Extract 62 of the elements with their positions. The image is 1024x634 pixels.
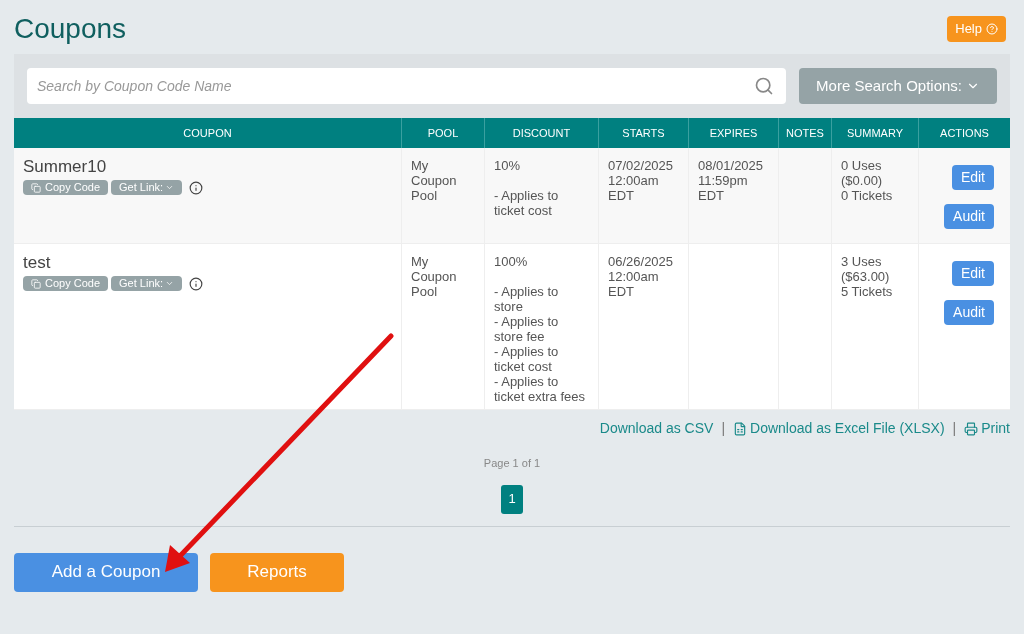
discount-note: - Applies to ticket cost [494, 344, 560, 374]
chevron-icon [165, 183, 175, 192]
usage-summary: 0 Tickets [841, 188, 894, 203]
link-separator: | [952, 419, 957, 438]
copy-code-button[interactable]: Copy Code [23, 180, 109, 195]
chevron-icon [165, 279, 175, 288]
excel-download-link[interactable]: Download as Excel File (XLSX) [733, 418, 945, 439]
copy-icon [31, 278, 41, 289]
discount-note: - Applies to ticket extra fees [494, 374, 587, 404]
discount-note: - Applies to store [494, 284, 560, 314]
start-date: EDT [608, 284, 635, 299]
pool-text: Coupon [411, 173, 458, 188]
usage-summary: 0 Uses [841, 158, 883, 173]
usage-summary: ($0.00) [841, 173, 884, 188]
help-button[interactable]: Help [947, 16, 1006, 42]
csv-download-link[interactable]: Download as CSV [599, 418, 714, 439]
print-link[interactable]: Print [964, 418, 1010, 439]
start-date: 12:00am [608, 173, 660, 188]
add-coupon-button[interactable]: Add a Coupon [14, 552, 198, 592]
spreadsheet-icon [733, 421, 748, 436]
coupon-name: test [23, 253, 52, 273]
start-date: 07/02/2025 [608, 158, 675, 173]
copy-code-button[interactable]: Copy Code [23, 276, 109, 291]
start-date: EDT [608, 188, 635, 203]
audit-button[interactable]: Audit [944, 300, 994, 325]
edit-button[interactable]: Edit [951, 165, 994, 190]
discount-note: - Applies to store fee [494, 314, 560, 344]
pool-text: My [411, 254, 430, 269]
edit-button[interactable]: Edit [951, 261, 994, 286]
expiry-date: EDT [698, 188, 725, 203]
usage-summary: 5 Tickets [841, 284, 894, 299]
column-header: ACTIONS [939, 125, 990, 141]
page-button[interactable]: 1 [501, 484, 523, 514]
discount-amount: 100% [494, 254, 529, 269]
usage-summary: 3 Uses [841, 254, 883, 269]
page-summary: Page 1 of 1 [483, 456, 541, 471]
printer-icon [964, 421, 979, 436]
discount-note: - Applies to ticket cost [494, 188, 560, 218]
expiry-date: 11:59pm [698, 173, 749, 188]
search-icon [754, 76, 775, 96]
pool-text: Pool [411, 188, 439, 203]
coupon-name: Summer10 [23, 157, 108, 177]
start-date: 06/26/2025 [608, 254, 675, 269]
copy-icon [31, 182, 41, 193]
help-icon [986, 23, 998, 35]
get-link-button[interactable]: Get Link: [111, 276, 183, 291]
pool-text: My [411, 158, 430, 173]
usage-summary: ($63.00) [841, 269, 891, 284]
info-icon[interactable] [189, 276, 204, 291]
expiry-date: 08/01/2025 [698, 158, 765, 173]
reports-button[interactable]: Reports [210, 552, 344, 592]
search-field[interactable]: Search by Coupon Code Name [27, 68, 787, 104]
pool-text: Pool [411, 284, 439, 299]
audit-button[interactable]: Audit [944, 204, 994, 229]
more-search-options-button[interactable]: More Search Options: [799, 68, 997, 104]
page-title: Coupons [14, 12, 127, 46]
pool-text: Coupon [411, 269, 458, 284]
get-link-button[interactable]: Get Link: [111, 180, 183, 195]
info-icon[interactable] [189, 180, 204, 195]
discount-amount: 10% [494, 158, 522, 173]
start-date: 12:00am [608, 269, 660, 284]
link-separator: | [721, 419, 726, 438]
